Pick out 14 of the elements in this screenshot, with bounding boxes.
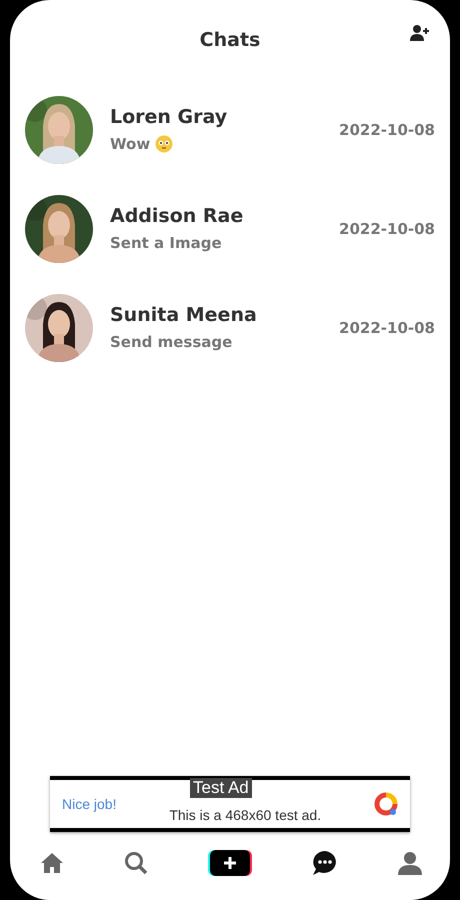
header-title: Chats xyxy=(200,29,260,51)
message-date: 2022-10-08 xyxy=(339,220,435,238)
contact-name: Sunita Meena xyxy=(110,304,258,326)
contact-name: Loren Gray xyxy=(110,106,228,128)
ad-label: Test Ad xyxy=(190,778,252,798)
message-date: 2022-10-08 xyxy=(339,120,435,138)
ad-text: This is a 468x60 test ad. xyxy=(168,807,322,825)
contact-name: Addison Rae xyxy=(110,205,244,227)
last-message: Send message xyxy=(110,333,232,351)
last-message: Sent a Image xyxy=(110,234,222,252)
message-date: 2022-10-08 xyxy=(339,318,435,336)
ad-banner[interactable]: Test Ad Nice job! This is a 468x60 test ad. xyxy=(50,776,410,832)
last-message: Wow xyxy=(110,135,150,153)
ad-headline: Nice job! xyxy=(62,796,116,812)
